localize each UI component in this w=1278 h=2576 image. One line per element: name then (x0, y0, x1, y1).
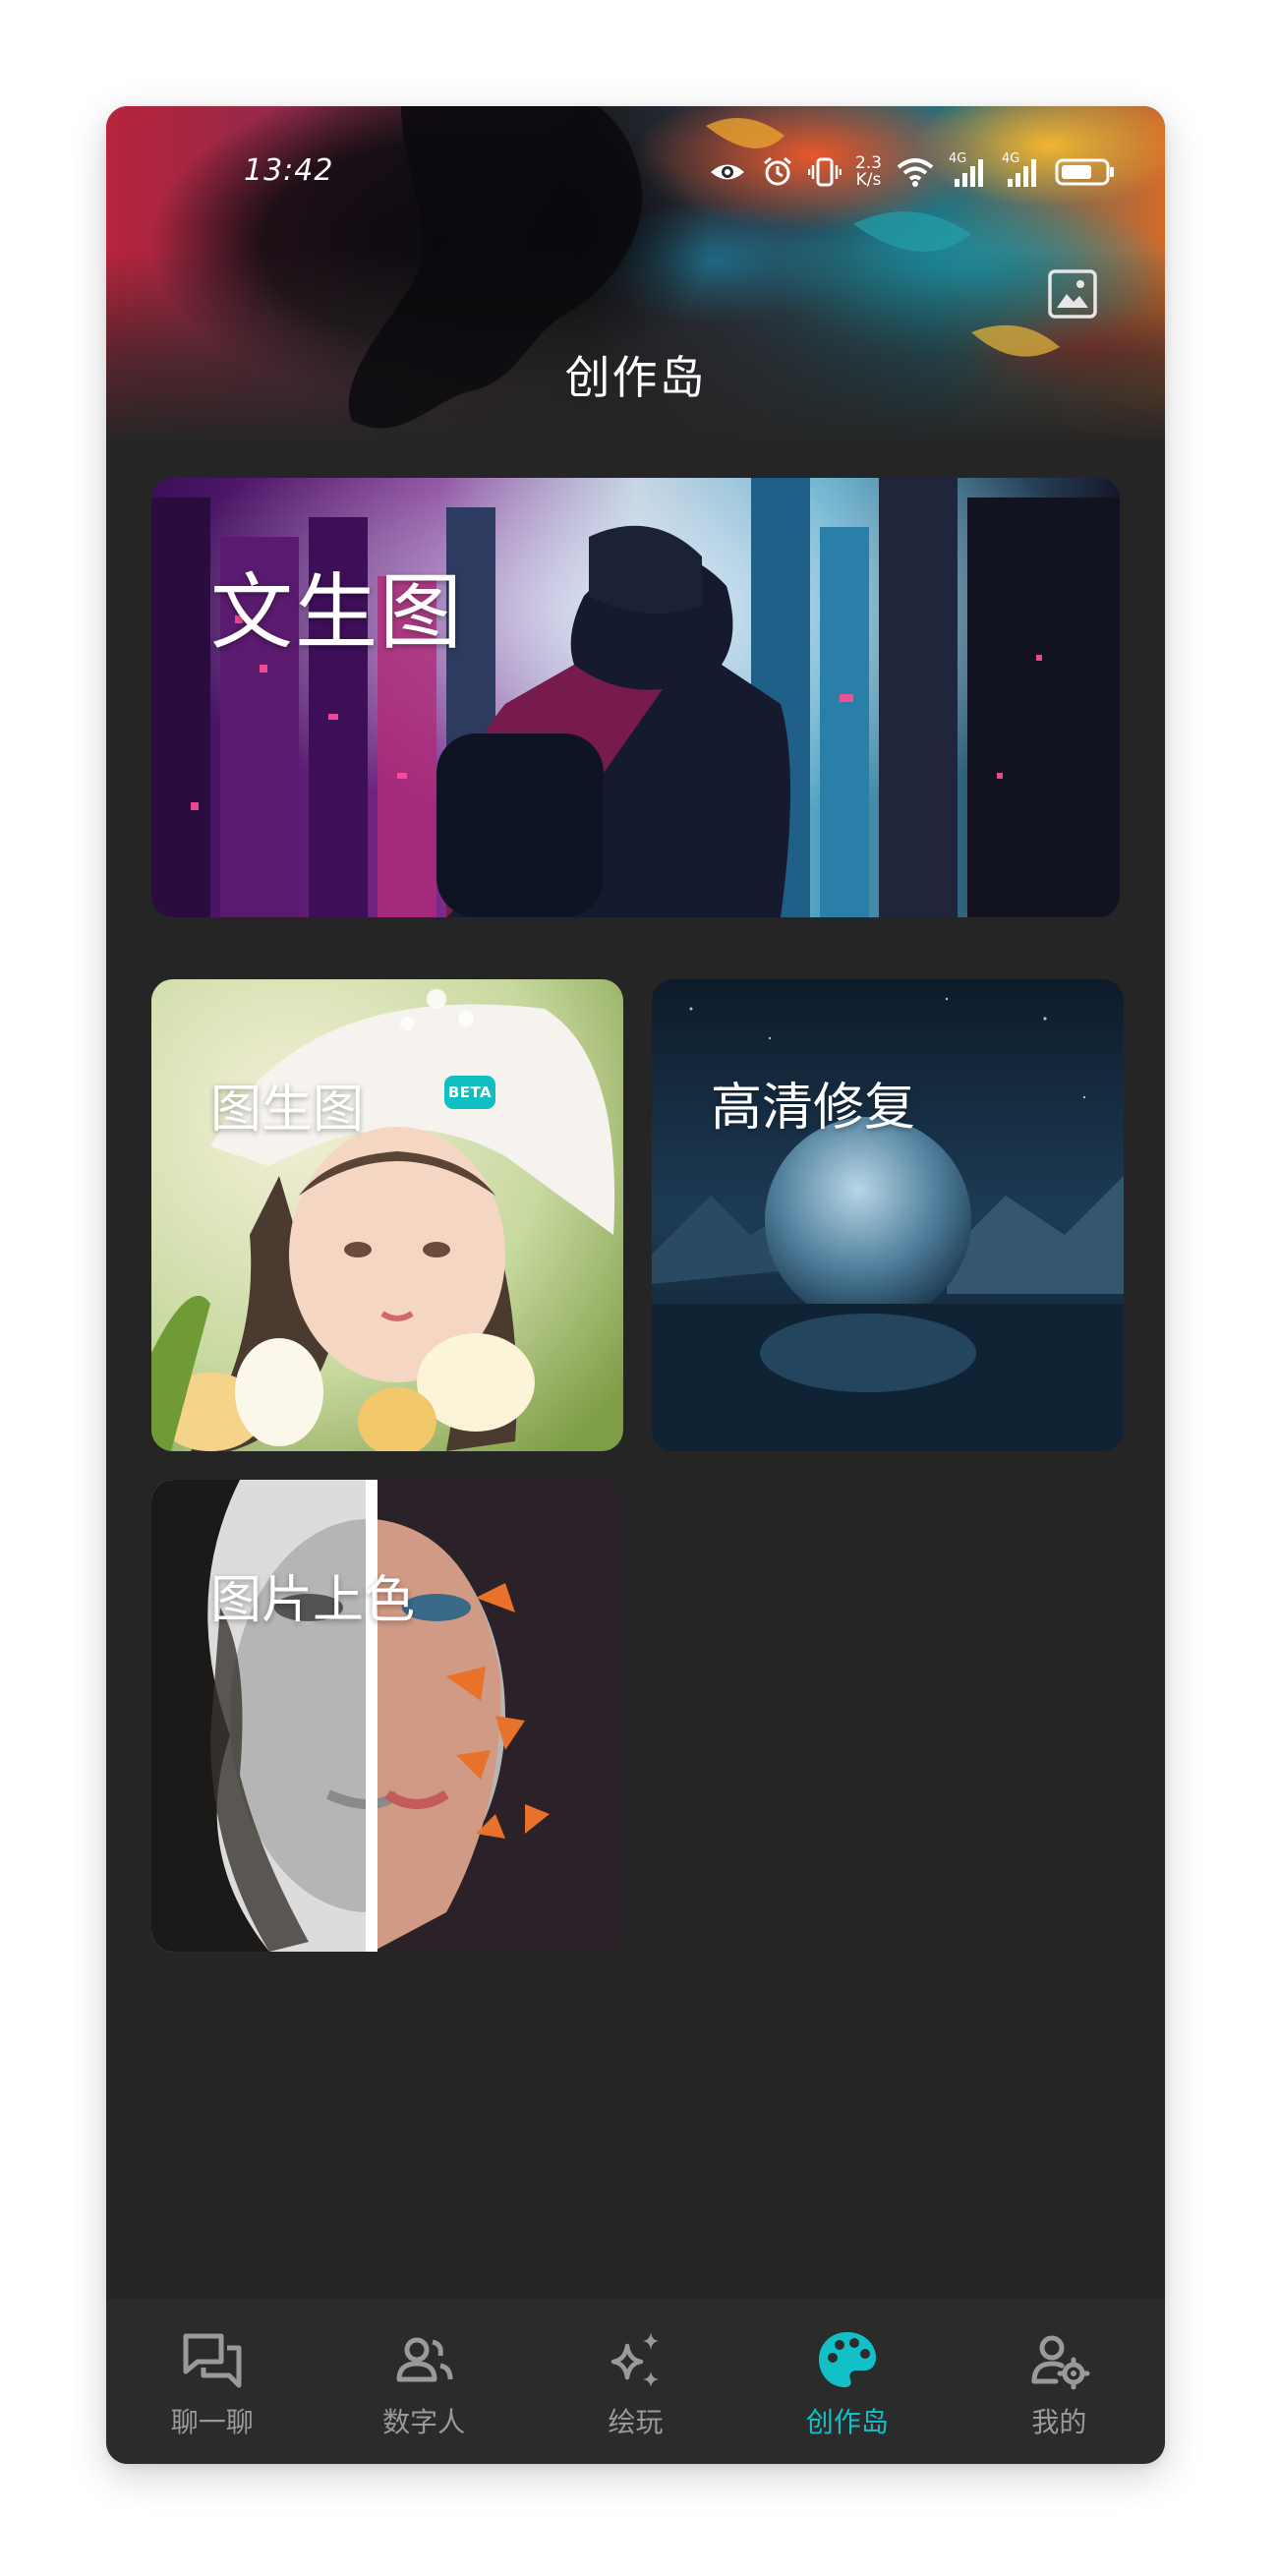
image-to-image-card[interactable]: 图生图 BETA (151, 979, 623, 1451)
vibrate-icon (807, 157, 842, 187)
hd-restore-card[interactable]: 高清修复 (652, 979, 1124, 1451)
net-speed-unit: K/s (855, 170, 882, 190)
app-screen: 13:42 2.3 K/s 4G 4G 创作岛 文生图 图生图 BETA 高清修… (106, 106, 1165, 2464)
status-time: 13:42 (244, 153, 334, 188)
status-icons: 2.3 K/s 4G 4G (708, 151, 1116, 189)
beta-badge: BETA (444, 1076, 495, 1109)
gallery-icon[interactable] (1047, 268, 1098, 320)
wifi-icon (897, 158, 934, 187)
text-to-image-card[interactable]: 文生图 (151, 478, 1120, 917)
nav-label-chat: 聊一聊 (170, 2406, 254, 2438)
nav-item-digital-human[interactable]: 数字人 (318, 2299, 529, 2464)
eye-icon (710, 164, 744, 180)
status-bar: 13:42 2.3 K/s 4G 4G (106, 146, 1165, 195)
user-settings-icon (1031, 2335, 1090, 2390)
colorize-artwork (151, 1480, 623, 1952)
signal-icon: 4G (949, 151, 988, 189)
hd-restore-artwork (652, 979, 1124, 1451)
nav-item-play[interactable]: 绘玩 (530, 2299, 741, 2464)
text-to-image-artwork (151, 478, 1120, 917)
header-banner: 13:42 2.3 K/s 4G 4G 创作岛 (106, 106, 1165, 445)
image-to-image-artwork (151, 979, 623, 1451)
text-to-image-label: 文生图 (210, 564, 465, 661)
nav-label-digital-human: 数字人 (382, 2406, 466, 2438)
nav-item-creation-island[interactable]: 创作岛 (741, 2299, 953, 2464)
nav-label-creation-island: 创作岛 (805, 2406, 889, 2438)
chat-icon (183, 2333, 242, 2388)
signal-icon: 4G (1002, 151, 1041, 189)
net-speed: 2.3 K/s (855, 155, 882, 189)
page-title: 创作岛 (564, 351, 707, 404)
hd-restore-label: 高清修复 (711, 1079, 916, 1138)
nav-label-mine: 我的 (1031, 2406, 1087, 2438)
signal-bars (955, 159, 983, 187)
battery-icon (1055, 158, 1114, 186)
bottom-nav: 聊一聊 数字人 绘玩 创作岛 我的 (106, 2299, 1165, 2464)
nav-item-chat[interactable]: 聊一聊 (106, 2299, 318, 2464)
colorize-label: 图片上色 (210, 1571, 416, 1630)
nav-label-play: 绘玩 (608, 2406, 664, 2438)
signal-bars (1008, 159, 1036, 187)
people-icon (396, 2337, 453, 2382)
nav-item-mine[interactable]: 我的 (954, 2299, 1165, 2464)
colorize-card[interactable]: 图片上色 (151, 1480, 623, 1952)
palette-icon (818, 2332, 876, 2387)
alarm-icon (763, 156, 791, 186)
sparkle-icon (610, 2332, 659, 2387)
image-to-image-label: 图生图 (210, 1081, 365, 1140)
